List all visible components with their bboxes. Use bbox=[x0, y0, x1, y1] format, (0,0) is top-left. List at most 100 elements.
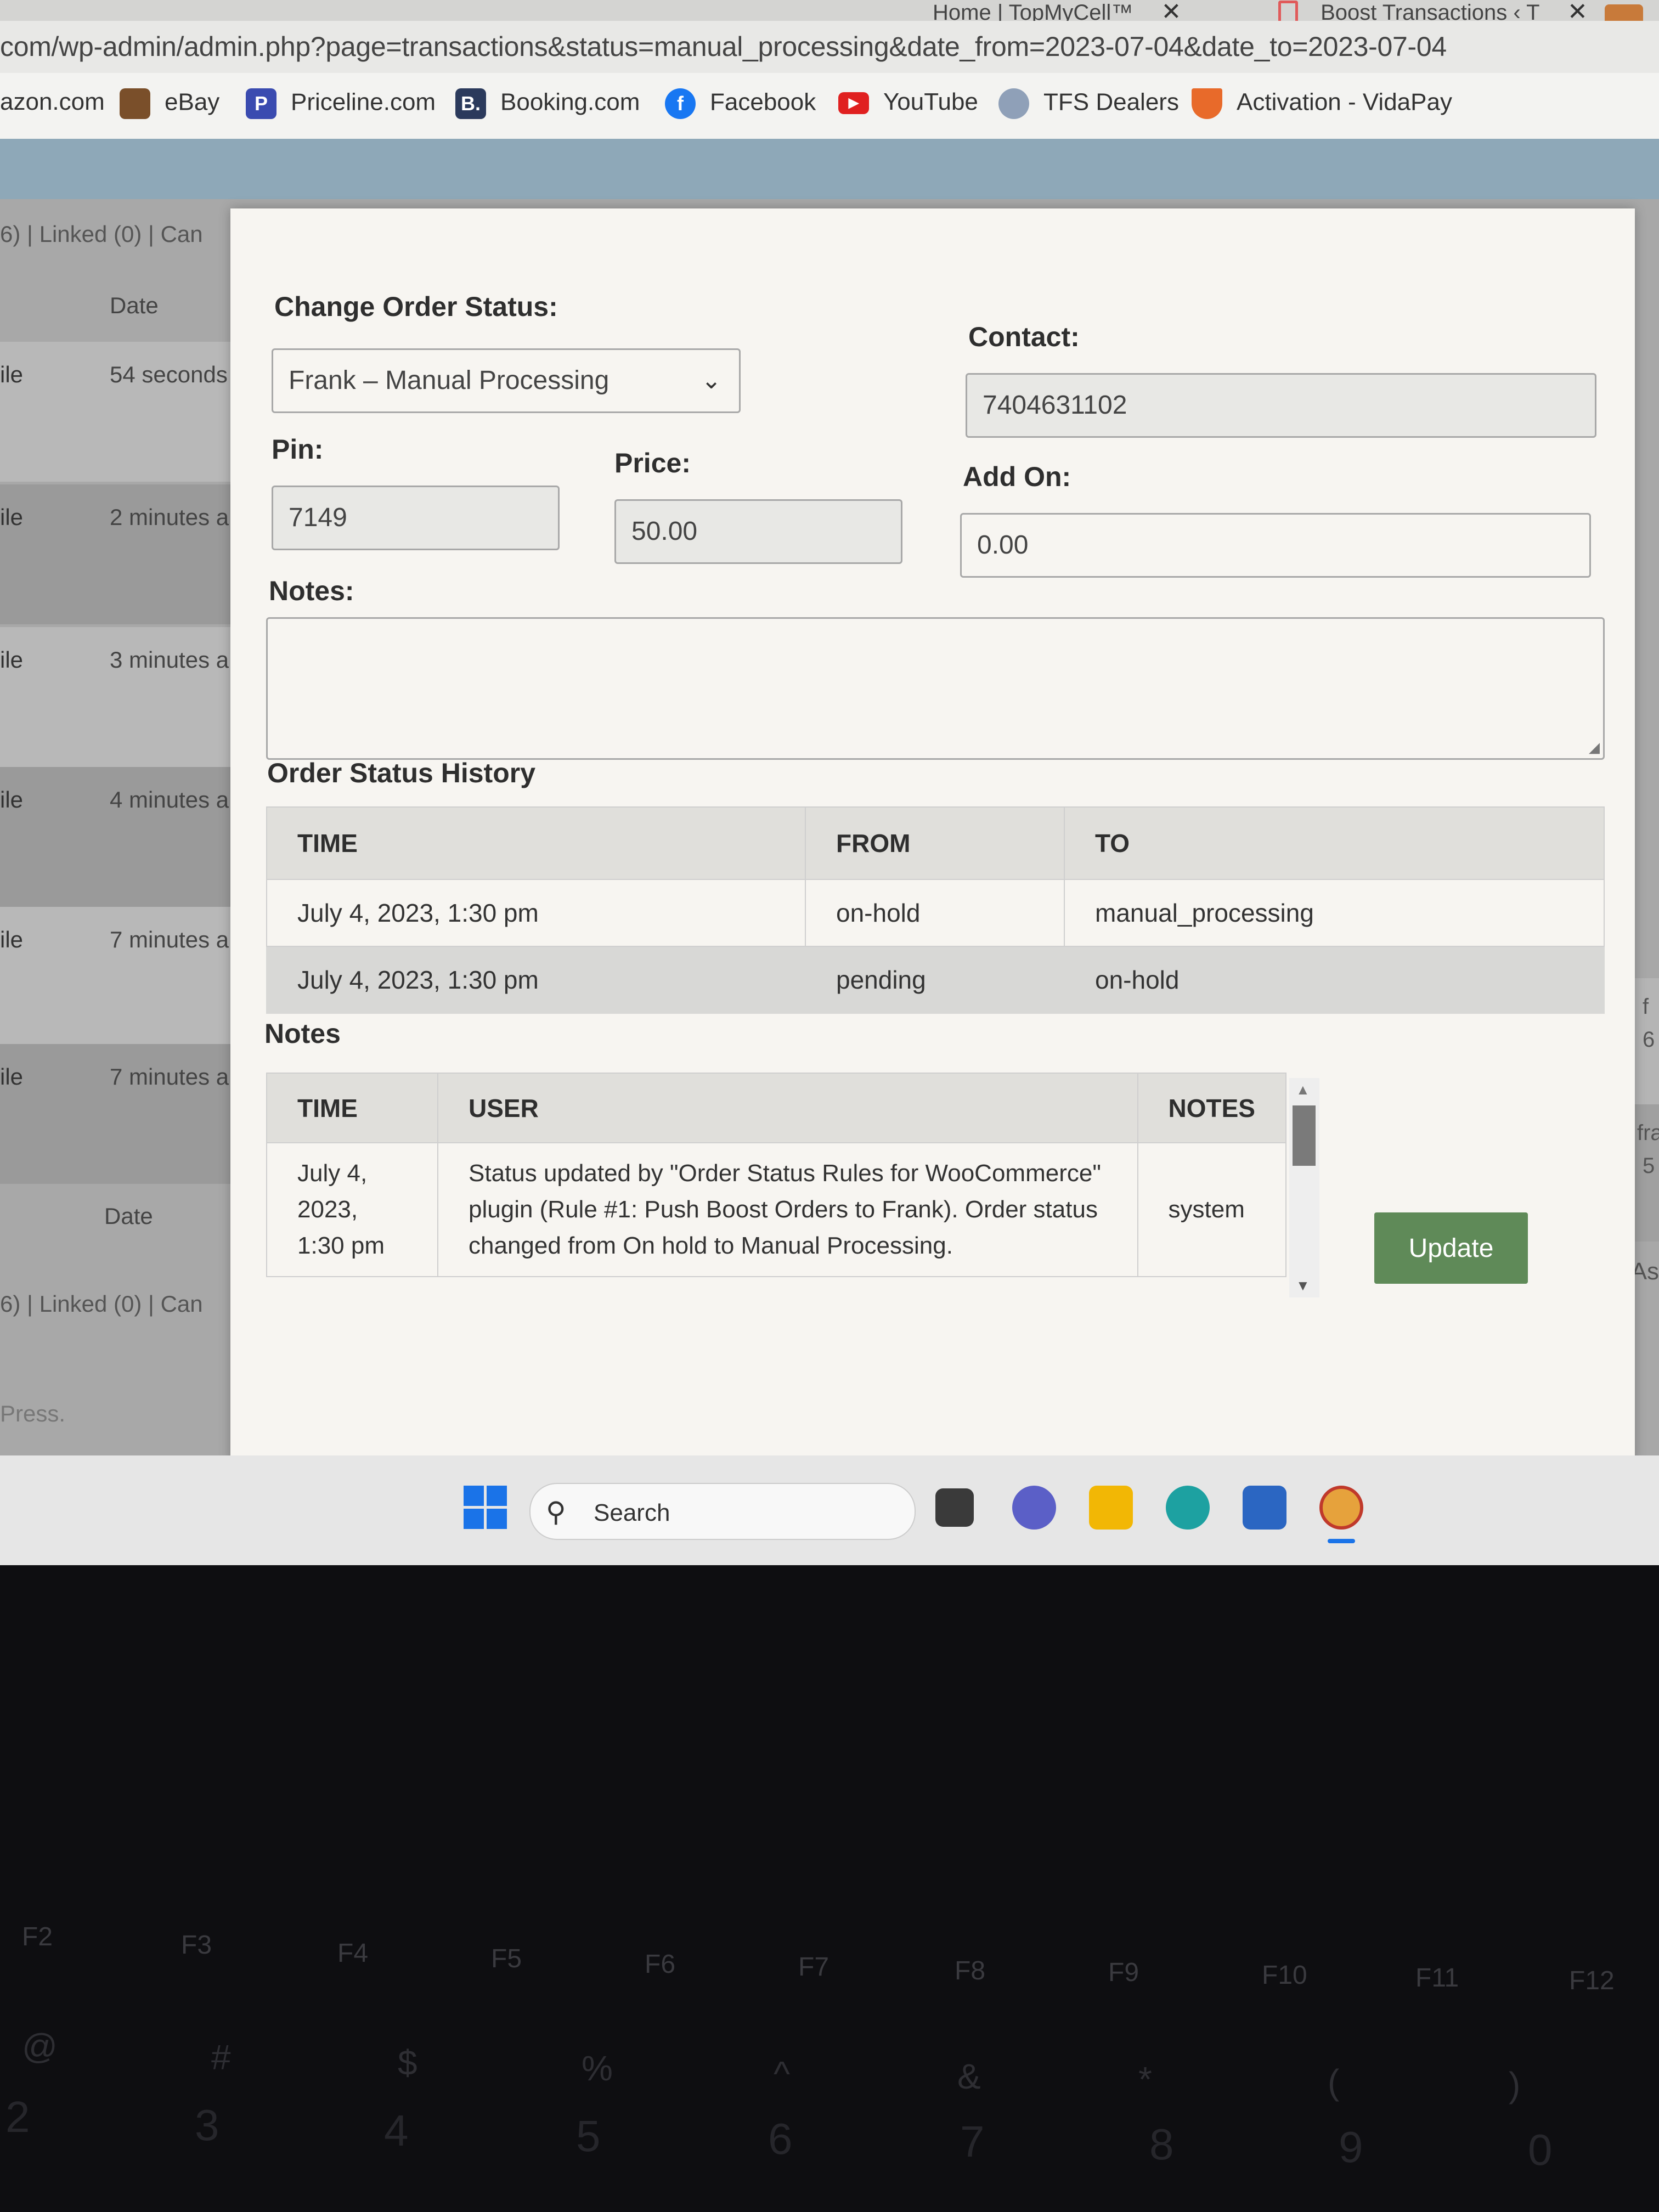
chevron-down-icon: ⌄ bbox=[701, 367, 721, 394]
column-header-time: TIME bbox=[266, 806, 806, 880]
address-bar[interactable]: com/wp-admin/admin.php?page=transactions… bbox=[0, 21, 1659, 73]
fragment-text: 6 bbox=[1643, 1028, 1655, 1052]
notes-label: Notes: bbox=[269, 575, 354, 606]
history-time: July 4, 2023, 1:30 pm bbox=[266, 946, 806, 1014]
key-dollar: $ bbox=[398, 2043, 417, 2083]
chrome-canary-icon[interactable] bbox=[1319, 1486, 1363, 1530]
priceline-icon: P bbox=[246, 88, 276, 119]
fragment-text: 5 bbox=[1643, 1154, 1655, 1178]
scroll-up-arrow-icon[interactable]: ▲ bbox=[1296, 1081, 1310, 1098]
row-status: ile bbox=[0, 504, 24, 530]
order-status-select[interactable]: Frank – Manual Processing ⌄ bbox=[272, 348, 741, 413]
order-edit-modal: Change Order Status: Frank – Manual Proc… bbox=[230, 208, 1635, 1465]
active-app-indicator bbox=[1328, 1539, 1355, 1543]
table-row: ile 54 seconds bbox=[0, 342, 236, 482]
key-f4: F4 bbox=[337, 1939, 369, 1968]
table-header-row: TIME FROM TO bbox=[266, 806, 1605, 880]
row-time: 4 minutes a bbox=[110, 787, 229, 812]
add-on-field[interactable]: 0.00 bbox=[960, 513, 1591, 578]
scrollbar-thumb[interactable] bbox=[1293, 1105, 1316, 1166]
history-from: on-hold bbox=[805, 879, 1065, 947]
note-user: Status updated by "Order Status Rules fo… bbox=[437, 1142, 1138, 1277]
bookmark-ebay[interactable]: eBay bbox=[120, 88, 219, 119]
booking-icon: B. bbox=[455, 88, 486, 119]
table-row: July 4, 2023, 1:30 pm on-hold manual_pro… bbox=[266, 879, 1605, 947]
key-4: 4 bbox=[384, 2106, 409, 2155]
fragment-text: fra bbox=[1637, 1121, 1659, 1145]
pin-field[interactable]: 7149 bbox=[272, 486, 560, 550]
table-row: ile 7 minutes a bbox=[0, 907, 236, 1047]
row-time: 7 minutes a bbox=[110, 927, 229, 952]
edge-browser-icon[interactable] bbox=[1166, 1486, 1210, 1530]
column-header-to: TO bbox=[1064, 806, 1605, 880]
key-5: 5 bbox=[576, 2112, 601, 2160]
bookmark-vidapay[interactable]: Activation - VidaPay bbox=[1192, 88, 1452, 119]
column-header-time: TIME bbox=[266, 1073, 438, 1143]
facebook-icon: f bbox=[665, 88, 696, 119]
key-f9: F9 bbox=[1108, 1958, 1139, 1987]
row-status: ile bbox=[0, 647, 24, 673]
fragment-text: As bbox=[1630, 1258, 1659, 1285]
bookmark-tfs-dealers[interactable]: TFS Dealers bbox=[998, 88, 1179, 119]
key-8: 8 bbox=[1149, 2120, 1174, 2169]
notes-section-title: Notes bbox=[264, 1018, 341, 1049]
date-column-header[interactable]: Date bbox=[110, 292, 159, 319]
bookmark-label: eBay bbox=[165, 88, 220, 116]
row-time: 3 minutes a bbox=[110, 647, 229, 673]
table-row: ile 2 minutes a bbox=[0, 484, 236, 624]
task-view-icon[interactable] bbox=[935, 1488, 974, 1527]
bookmark-amazon[interactable]: azon.com bbox=[0, 88, 105, 116]
status-filter-links-bottom[interactable]: 6) | Linked (0) | Can bbox=[0, 1291, 203, 1317]
status-filter-links[interactable]: 6) | Linked (0) | Can bbox=[0, 221, 203, 247]
taskbar-search-box[interactable]: ⚲ Search bbox=[529, 1483, 916, 1540]
laptop-keyboard: F2 F3 F4 F5 F6 F7 F8 F9 F10 F11 F12 @ # … bbox=[0, 1565, 1659, 2212]
bookmark-label: Activation - VidaPay bbox=[1237, 88, 1452, 116]
table-row: July 4, 2023, 1:30 pm pending on-hold bbox=[266, 946, 1605, 1014]
scroll-down-arrow-icon[interactable]: ▼ bbox=[1296, 1277, 1310, 1294]
url-text[interactable]: com/wp-admin/admin.php?page=transactions… bbox=[0, 31, 1447, 63]
table-row: July 4, 2023, 1:30 pm Status updated by … bbox=[266, 1142, 1287, 1277]
vidapay-icon bbox=[1192, 88, 1222, 119]
order-status-history-table: TIME FROM TO July 4, 2023, 1:30 pm on-ho… bbox=[266, 806, 1605, 1014]
bookmark-youtube[interactable]: ▶ YouTube bbox=[838, 88, 978, 116]
windows-start-icon[interactable] bbox=[464, 1486, 507, 1530]
price-field[interactable]: 50.00 bbox=[614, 499, 902, 564]
key-percent: % bbox=[582, 2049, 613, 2088]
contact-label: Contact: bbox=[968, 321, 1080, 352]
key-7: 7 bbox=[960, 2117, 985, 2166]
microsoft-store-icon[interactable] bbox=[1243, 1486, 1286, 1530]
table-header-row: TIME USER NOTES bbox=[266, 1073, 1287, 1143]
contact-field[interactable]: 7404631102 bbox=[966, 373, 1596, 438]
bookmark-priceline[interactable]: P Priceline.com bbox=[246, 88, 436, 119]
bookmark-facebook[interactable]: f Facebook bbox=[665, 88, 816, 119]
file-explorer-icon[interactable] bbox=[1089, 1486, 1133, 1530]
resize-handle-icon[interactable]: ◢ bbox=[1589, 739, 1600, 756]
wp-admin-header bbox=[0, 139, 1659, 199]
order-status-history-title: Order Status History bbox=[267, 758, 536, 788]
notes-textarea[interactable]: ◢ bbox=[266, 617, 1605, 760]
key-f2: F2 bbox=[22, 1922, 53, 1951]
key-f5: F5 bbox=[491, 1944, 522, 1973]
history-to: on-hold bbox=[1064, 946, 1605, 1014]
row-time: 7 minutes a bbox=[110, 1064, 229, 1090]
bookmark-label: azon.com bbox=[0, 88, 105, 115]
note-notes: system bbox=[1137, 1142, 1287, 1277]
globe-icon bbox=[998, 88, 1029, 119]
pin-label: Pin: bbox=[272, 434, 324, 465]
key-6: 6 bbox=[768, 2114, 793, 2163]
row-status: ile bbox=[0, 787, 24, 812]
notes-table: TIME USER NOTES July 4, 2023, 1:30 pm St… bbox=[266, 1073, 1287, 1277]
bookmark-label: YouTube bbox=[883, 88, 978, 115]
key-right-paren: ) bbox=[1509, 2065, 1521, 2104]
meet-chat-icon[interactable] bbox=[1012, 1486, 1056, 1530]
key-hash: # bbox=[211, 2038, 231, 2077]
key-f12: F12 bbox=[1569, 1966, 1615, 1995]
notes-table-scroll-area[interactable]: TIME USER NOTES July 4, 2023, 1:30 pm St… bbox=[266, 1073, 1319, 1297]
add-on-label: Add On: bbox=[963, 461, 1071, 492]
update-button[interactable]: Update bbox=[1374, 1212, 1528, 1284]
bookmark-booking[interactable]: B. Booking.com bbox=[455, 88, 640, 119]
date-column-footer[interactable]: Date bbox=[104, 1203, 153, 1229]
price-label: Price: bbox=[614, 448, 691, 478]
row-time: 2 minutes a bbox=[110, 504, 229, 530]
notes-scrollbar[interactable]: ▲ ▼ bbox=[1289, 1078, 1319, 1297]
